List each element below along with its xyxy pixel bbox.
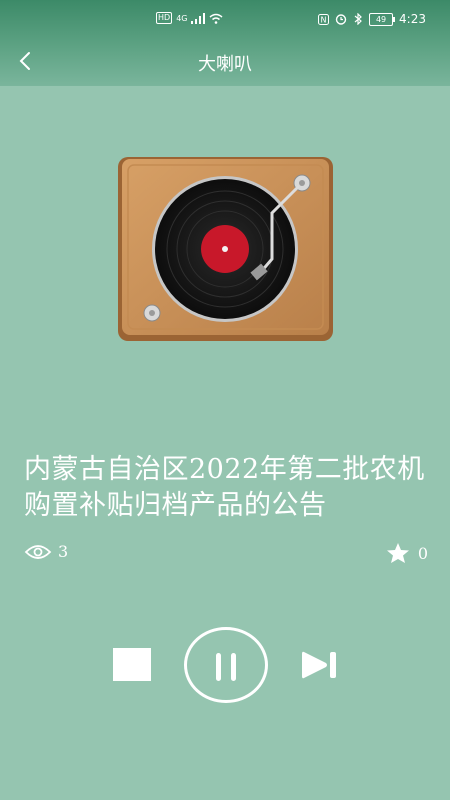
views-count: 3 bbox=[58, 542, 69, 561]
eye-icon bbox=[24, 544, 52, 559]
stop-button[interactable] bbox=[113, 648, 151, 681]
next-button[interactable] bbox=[300, 649, 340, 681]
record-player-image bbox=[118, 157, 333, 341]
star-icon bbox=[386, 543, 409, 563]
skip-next-icon bbox=[302, 651, 336, 679]
hd-badge: HD bbox=[156, 12, 173, 24]
pause-button[interactable] bbox=[184, 627, 268, 703]
favorites-count: 0 bbox=[417, 543, 428, 563]
article-title: 内蒙古自治区2022年第二批农机购置补贴归档产品的公告 bbox=[24, 454, 425, 521]
page-title: 大喇叭 bbox=[198, 54, 252, 75]
status-left: HD 4G bbox=[156, 12, 223, 24]
favorite-button[interactable]: 0 bbox=[386, 542, 428, 564]
wifi-icon bbox=[210, 13, 223, 24]
status-right: N 49 4:23 bbox=[318, 12, 426, 26]
article-stats: 3 0 bbox=[24, 542, 428, 570]
battery-indicator: 49 bbox=[369, 12, 396, 26]
views-counter: 3 bbox=[24, 542, 68, 561]
nfc-icon: N bbox=[318, 13, 330, 25]
clock: 4:23 bbox=[399, 12, 426, 26]
status-bar: HD 4G N 49 4:23 bbox=[0, 0, 450, 40]
alarm-icon bbox=[335, 14, 347, 25]
network-label: 4G bbox=[176, 13, 188, 23]
svg-text:N: N bbox=[321, 15, 327, 24]
signal-icon bbox=[191, 12, 206, 24]
player-controls bbox=[0, 625, 450, 705]
bluetooth-icon bbox=[354, 13, 362, 25]
